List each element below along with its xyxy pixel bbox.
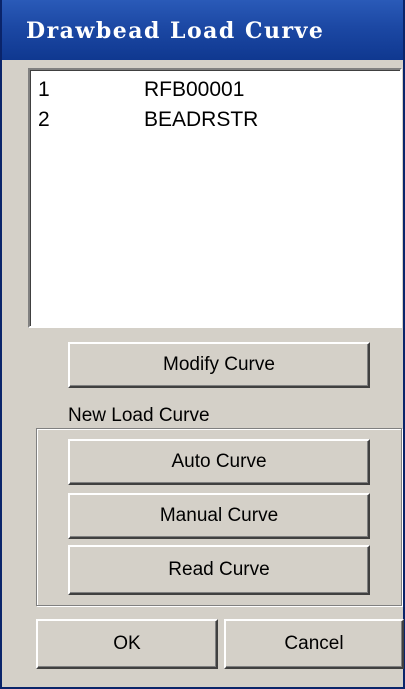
modify-curve-button[interactable]: Modify Curve (68, 342, 370, 388)
list-item-number: 1 (38, 78, 50, 101)
list-item-number: 2 (38, 108, 50, 131)
new-load-curve-label: New Load Curve (62, 405, 216, 427)
dialog-window: Drawbead Load Curve 1 RFB00001 2 BEADRST… (0, 0, 405, 689)
list-item-name: BEADRSTR (144, 108, 259, 131)
manual-curve-button[interactable]: Manual Curve (68, 493, 370, 539)
title-bar[interactable]: Drawbead Load Curve (2, 0, 403, 60)
curve-listbox[interactable]: 1 RFB00001 2 BEADRSTR (28, 68, 402, 328)
list-item[interactable]: 2 BEADRSTR (38, 108, 388, 136)
read-curve-button[interactable]: Read Curve (68, 545, 370, 595)
auto-curve-button[interactable]: Auto Curve (68, 439, 370, 485)
window-title: Drawbead Load Curve (26, 18, 325, 44)
cancel-button[interactable]: Cancel (224, 619, 404, 669)
ok-button[interactable]: OK (36, 619, 218, 669)
list-item[interactable]: 1 RFB00001 (38, 78, 388, 106)
list-item-name: RFB00001 (144, 78, 245, 101)
